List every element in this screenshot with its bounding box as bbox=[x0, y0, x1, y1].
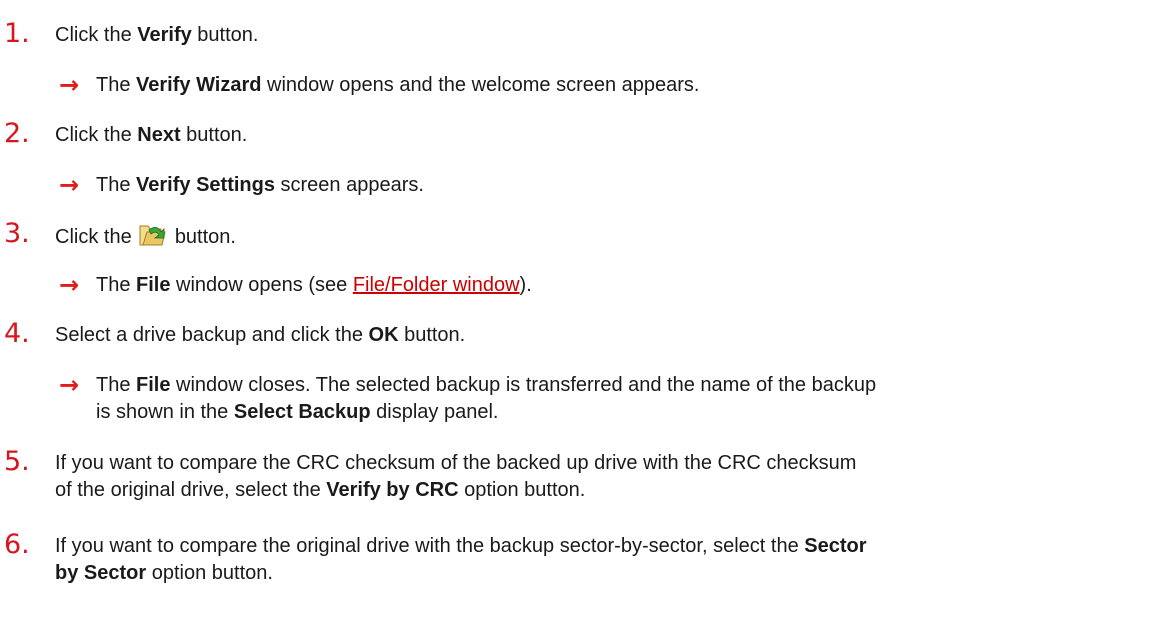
next-button-ref: Next bbox=[137, 124, 181, 146]
arrow-right-icon: → bbox=[59, 271, 80, 299]
step-instruction: Click the Next button. bbox=[55, 124, 248, 146]
verify-button-ref: Verify bbox=[137, 24, 192, 46]
step-result: → The Verify Settings screen appears. bbox=[59, 171, 424, 199]
step-instruction: Click the Verify button. bbox=[55, 24, 259, 46]
step-number: 4. bbox=[4, 318, 30, 349]
arrow-right-icon: → bbox=[59, 171, 80, 199]
step-number: 1. bbox=[4, 18, 30, 49]
arrow-right-icon: → bbox=[59, 71, 80, 99]
step-instruction: If you want to compare the CRC checksum … bbox=[55, 452, 857, 501]
step-instruction: Select a drive backup and click the OK b… bbox=[55, 324, 466, 346]
step-result: → The File window closes. The selected b… bbox=[59, 371, 877, 424]
step-number: 5. bbox=[4, 446, 30, 477]
arrow-right-icon: → bbox=[59, 371, 80, 399]
step-number: 6. bbox=[4, 529, 30, 560]
step-number: 2. bbox=[4, 118, 30, 149]
step-number: 3. bbox=[4, 218, 30, 249]
step-instruction: Click the button. bbox=[55, 222, 236, 251]
ok-button-ref: OK bbox=[368, 324, 399, 346]
folder-arrow-icon[interactable] bbox=[139, 222, 167, 248]
file-folder-window-link[interactable]: File/Folder window bbox=[353, 274, 520, 296]
step-instruction: If you want to compare the original driv… bbox=[55, 535, 867, 584]
step-result: → The File window opens (see File/Folder… bbox=[59, 271, 532, 299]
step-result: → The Verify Wizard window opens and the… bbox=[59, 71, 700, 99]
